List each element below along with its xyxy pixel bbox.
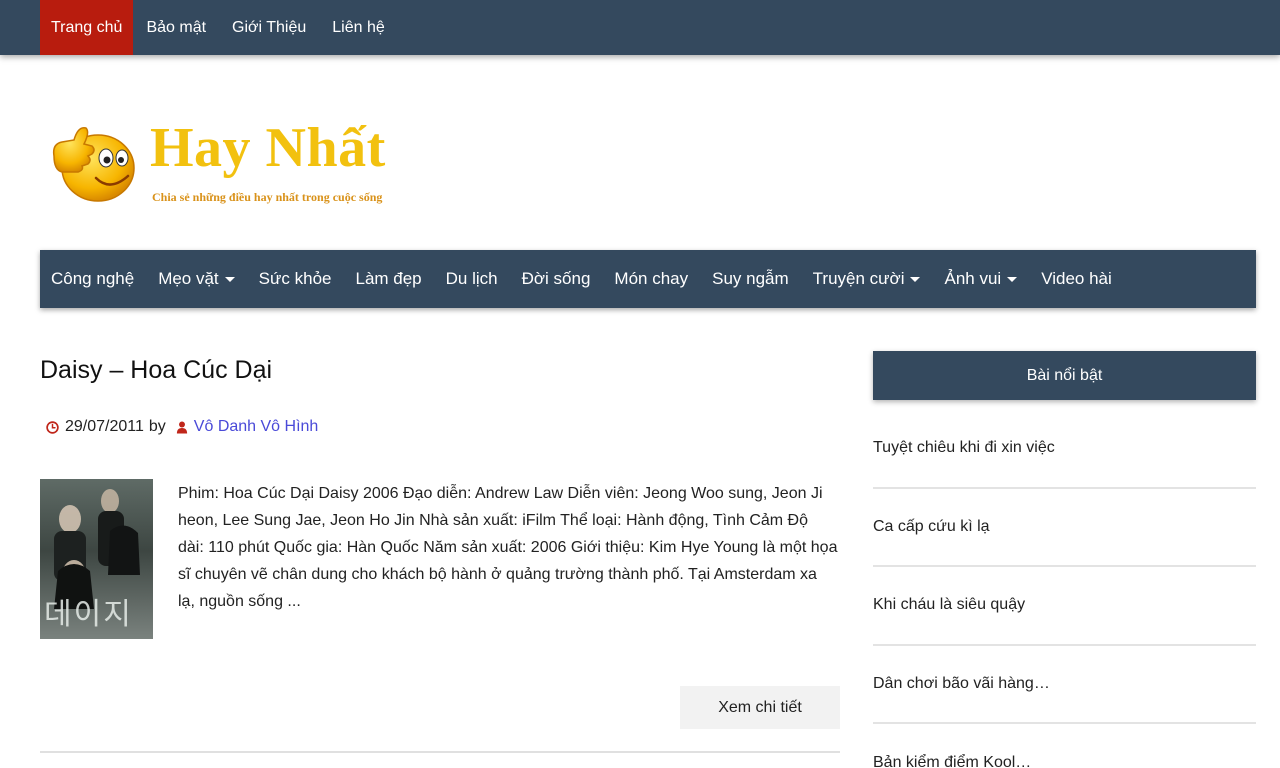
featured-posts-title: Bài nổi bật [873,351,1256,400]
category-nav-label: Video hài [1041,269,1112,288]
post-excerpt: Phim: Hoa Cúc Dại Daisy 2006 Đạo diễn: A… [178,485,838,610]
post-author-link[interactable]: Vô Danh Vô Hình [194,418,319,436]
top-nav-item-security[interactable]: Bảo mật [133,0,219,55]
category-nav-list: Công nghệ Mẹo vặt Sức khỏe Làm đẹp Du lịch Đờ… [40,250,1256,308]
featured-post-link[interactable]: Dân chơi bão vãi hàng… [873,646,1256,724]
caret-down-icon [910,277,921,282]
category-nav-item[interactable]: Truyện cười [802,250,934,308]
category-nav-label: Sức khỏe [258,269,332,288]
category-nav-item[interactable]: Sức khỏe [248,250,345,308]
post-date: 29/07/2011 [65,418,144,435]
featured-post-link[interactable]: Khi cháu là siêu quậy [873,567,1256,646]
category-nav-item[interactable]: Làm đẹp [344,250,434,308]
category-nav-item[interactable]: Video hài [1030,250,1125,308]
featured-posts-list: Tuyệt chiêu khi đi xin việc Ca cấp cứu kì… [873,410,1256,768]
featured-post-link[interactable]: Bản kiểm điểm Kool… [873,724,1256,768]
category-nav-label: Ảnh vui [944,269,1002,288]
category-nav-label: Suy ngẫm [712,269,789,288]
post-thumbnail[interactable]: 데이지 [40,479,153,639]
top-nav-list: Trang chủ Bảo mật Giới Thiệu Liên hệ [40,0,398,55]
site-logo[interactable]: Hay Nhất Chia sẻ những điều hay nhất tro… [48,108,448,218]
category-nav-item[interactable]: Suy ngẫm [701,250,802,308]
category-nav-label: Làm đẹp [355,269,422,288]
post-title[interactable]: Daisy – Hoa Cúc Dại [40,356,272,385]
category-nav-item[interactable]: Đời sống [511,250,604,308]
logo-title: Hay Nhất [150,117,386,179]
post-divider [40,751,840,753]
category-nav-label: Truyện cười [812,269,905,288]
top-nav-item-home[interactable]: Trang chủ [40,0,134,55]
read-more-button[interactable]: Xem chi tiết [680,686,840,729]
category-nav-label: Du lịch [445,269,498,288]
category-nav-item[interactable]: Mẹo vặt [147,250,247,308]
category-nav-item[interactable]: Du lịch [435,250,511,308]
category-nav-label: Đời sống [521,269,591,288]
post-meta: 29/07/2011 by Vô Danh Vô Hình [46,418,318,436]
category-nav-label: Công nghệ [51,269,135,288]
caret-down-icon [1007,277,1018,282]
top-nav-item-contact[interactable]: Liên hệ [319,0,398,55]
featured-post-link[interactable]: Tuyệt chiêu khi đi xin việc [873,410,1256,489]
thumbs-up-smiley-icon [52,127,135,202]
category-nav-label: Món chay [614,269,689,288]
category-nav-item[interactable]: Công nghệ [40,250,147,308]
category-nav-item[interactable]: Ảnh vui [933,250,1030,308]
featured-post-link[interactable]: Ca cấp cứu kì lạ [873,489,1256,567]
logo-tagline: Chia sẻ những điều hay nhất trong cuộc s… [152,190,383,204]
top-nav-item-about[interactable]: Giới Thiệu [219,0,319,55]
category-nav: Công nghệ Mẹo vặt Sức khỏe Làm đẹp Du lịch Đờ… [40,250,1256,308]
post-by-label: by [148,418,166,435]
user-icon [176,421,187,434]
top-nav: Trang chủ Bảo mật Giới Thiệu Liên hệ [0,0,1280,55]
caret-down-icon [224,277,235,282]
category-nav-item[interactable]: Món chay [603,250,701,308]
movie-poster-korean-title: 데이지 [44,597,133,632]
category-nav-label: Mẹo vặt [158,269,219,288]
clock-icon [46,420,59,434]
